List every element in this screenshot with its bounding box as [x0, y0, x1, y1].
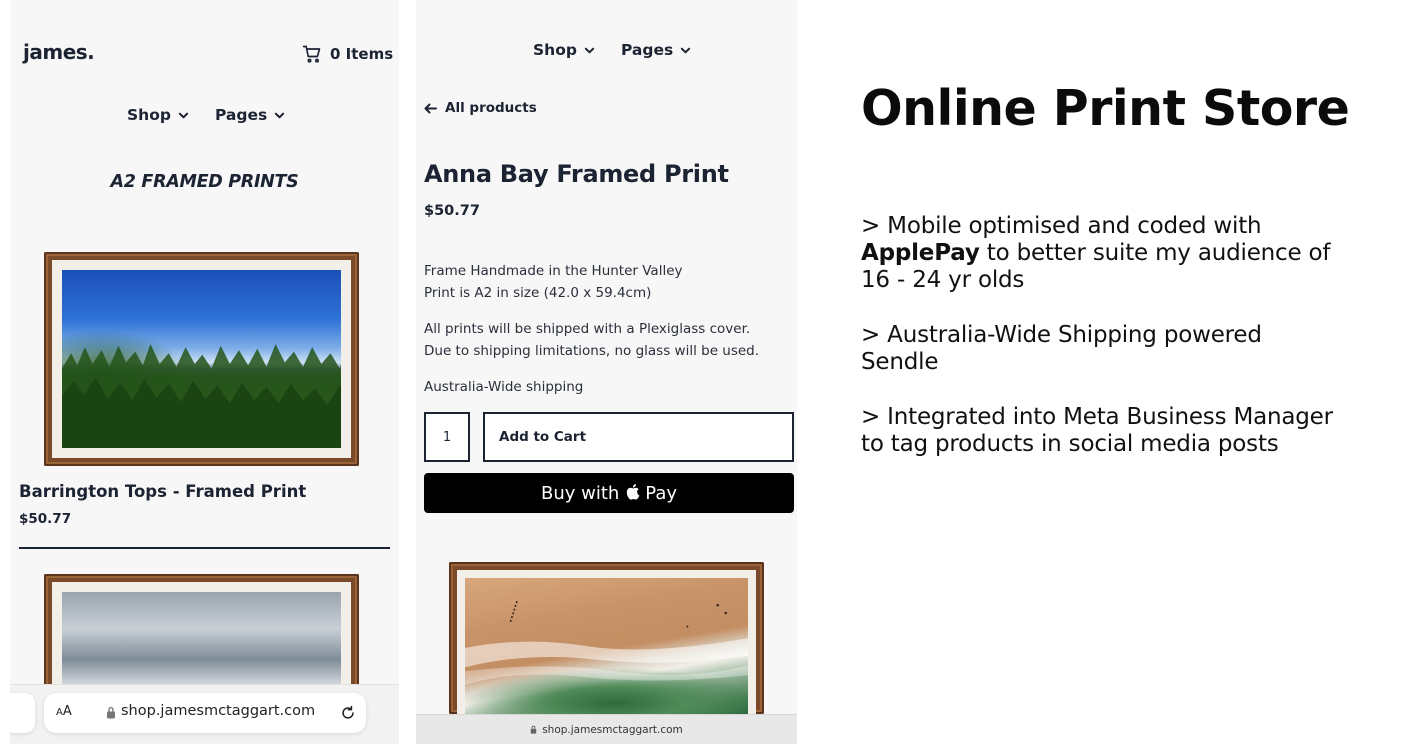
main-nav: Shop Pages [533, 41, 691, 59]
main-nav: Shop Pages [127, 106, 285, 124]
collection-title: A2 FRAMED PRINTS [110, 172, 299, 192]
product-price: $50.77 [19, 511, 72, 527]
product-description-block-1: Frame Handmade in the Hunter Valley Prin… [424, 260, 683, 304]
nav-pages[interactable]: Pages [621, 41, 691, 59]
product-name[interactable]: Barrington Tops - Framed Print [19, 482, 306, 501]
nav-shop[interactable]: Shop [533, 41, 595, 59]
beach-details-graphic [465, 599, 748, 685]
nav-pages-label: Pages [214, 106, 268, 124]
reader-text-size-button[interactable]: AA [56, 704, 72, 719]
description-line: Print is A2 in size (42.0 x 59.4cm) [424, 285, 652, 301]
beach-aerial-photo [465, 578, 748, 714]
chevron-down-icon [584, 47, 595, 53]
tab-overview-button[interactable] [10, 693, 35, 733]
pine-trees-graphic [62, 344, 341, 448]
page-headline: Online Print Store [861, 80, 1350, 137]
site-logo[interactable]: james. [23, 40, 95, 64]
browser-toolbar: AA shop.jamesmctaggart.com [10, 684, 399, 744]
nav-pages-label: Pages [620, 41, 674, 59]
nav-shop-label: Shop [533, 41, 577, 59]
apple-pay-suffix: Pay [645, 482, 678, 504]
product-image-barrington-tops[interactable] [44, 252, 359, 466]
chevron-down-icon [275, 112, 285, 118]
phone-screen-collection: james. 0 Items Shop Pages A2 FRAMED PRIN… [10, 0, 399, 744]
aa-large: A [62, 704, 72, 719]
quantity-input[interactable]: 1 [424, 412, 470, 462]
divider [19, 547, 390, 549]
shipping-note: Australia-Wide shipping [424, 379, 584, 395]
description-line: Frame Handmade in the Hunter Valley [424, 263, 683, 279]
description-line: Due to shipping limitations, no glass wi… [424, 343, 760, 359]
chevron-down-icon [681, 47, 691, 53]
browser-address-bar[interactable]: shop.jamesmctaggart.com [416, 714, 797, 744]
arrow-left-icon [424, 103, 437, 113]
nav-pages[interactable]: Pages [215, 106, 285, 124]
forest-photo [62, 270, 341, 448]
product-description-block-2: All prints will be shipped with a Plexig… [424, 318, 759, 362]
bullet-text: > Mobile optimised and coded with [861, 213, 1262, 239]
phone-screen-product: Shop Pages All products Anna Bay Framed … [416, 0, 797, 744]
address-bar[interactable]: AA shop.jamesmctaggart.com [44, 693, 366, 733]
cart-count: 0 Items [330, 45, 394, 63]
chevron-down-icon [178, 112, 189, 118]
apple-pay-prefix: Buy with [540, 482, 620, 504]
bullet-emphasis: ApplePay [861, 240, 980, 266]
lock-icon [530, 725, 537, 734]
add-to-cart-button[interactable]: Add to Cart [483, 412, 794, 462]
feature-bullet-applepay: > Mobile optimised and coded with AppleP… [861, 213, 1341, 294]
cart-icon [302, 45, 321, 63]
nav-shop-label: Shop [127, 106, 171, 124]
back-to-products-link[interactable]: All products [424, 100, 537, 116]
aa-small: A [56, 707, 63, 718]
product-title: Anna Bay Framed Print [424, 160, 729, 188]
nav-shop[interactable]: Shop [127, 106, 189, 124]
apple-pay-button[interactable]: Buy with Pay [424, 473, 794, 513]
back-label: All products [445, 100, 537, 116]
apple-logo-icon [627, 483, 640, 500]
feature-bullet-shipping: > Australia-Wide Shipping powered Sendle [861, 322, 1262, 375]
lock-icon [107, 706, 115, 719]
url-text: shop.jamesmctaggart.com [121, 703, 316, 719]
description-line: All prints will be shipped with a Plexig… [424, 321, 751, 337]
product-price: $50.77 [424, 203, 480, 219]
feature-bullet-meta: > Integrated into Meta Business Manager … [861, 404, 1333, 457]
cart-button[interactable]: 0 Items [302, 44, 393, 64]
reload-icon[interactable] [339, 704, 357, 722]
product-image-anna-bay[interactable] [449, 562, 764, 714]
url-text: shop.jamesmctaggart.com [542, 723, 683, 736]
